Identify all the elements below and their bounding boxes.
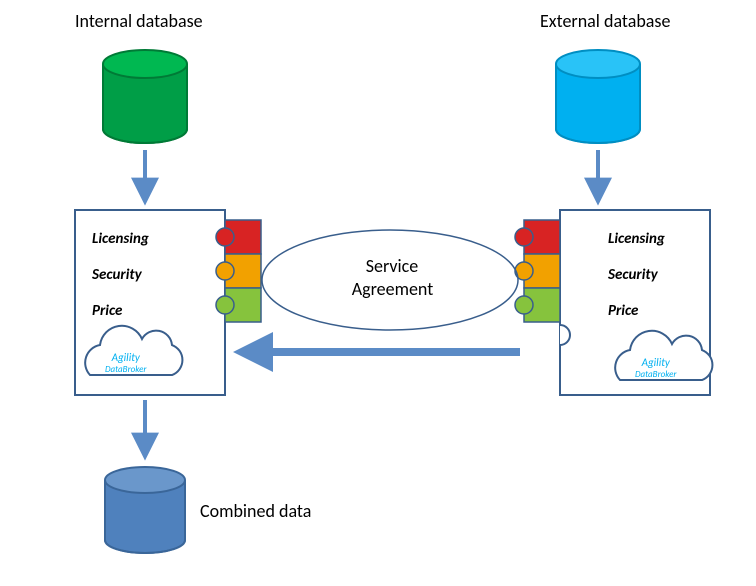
right-cloud-text-2: DataBroker [635, 369, 676, 380]
combined-data-cylinder [105, 467, 185, 553]
combined-data-title: Combined data [200, 500, 311, 522]
left-item-security: Security [92, 266, 142, 284]
internal-database-title: Internal database [75, 10, 203, 32]
service-agreement-label-1: Service [362, 255, 422, 277]
right-item-licensing: Licensing [608, 230, 665, 248]
external-database-title: External database [540, 10, 670, 32]
left-cloud-text-2: DataBroker [105, 364, 146, 375]
external-database-cylinder [556, 50, 640, 143]
left-item-licensing: Licensing [92, 230, 149, 248]
right-item-security: Security [608, 266, 658, 284]
left-cloud-text-1: Agility [112, 351, 140, 364]
right-item-price: Price [608, 302, 638, 320]
left-item-price: Price [92, 302, 122, 320]
internal-database-cylinder [103, 50, 187, 143]
service-agreement-label-2: Agreement [345, 278, 440, 300]
left-puzzle-connectors [216, 220, 261, 322]
right-cloud-text-1: Agility [642, 356, 670, 369]
